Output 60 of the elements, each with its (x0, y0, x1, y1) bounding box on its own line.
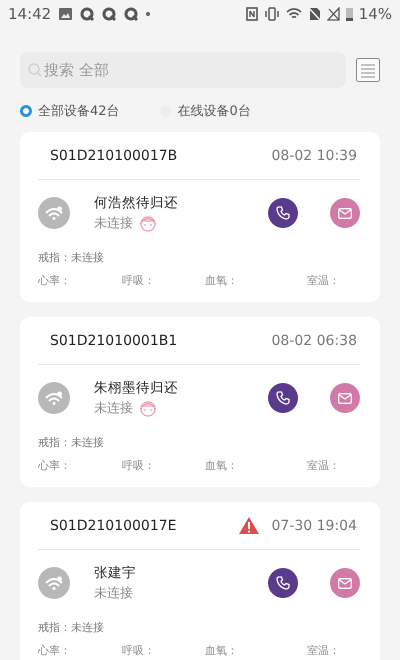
wifi-off-icon (38, 382, 70, 414)
ring-status: 戒指：未连接 (38, 620, 105, 635)
filter-radio[interactable]: 在线设备0台 (160, 102, 251, 120)
mail-icon (338, 578, 352, 588)
vital-label: 心率： (38, 273, 72, 288)
timestamp: 08-02 10:39 (272, 148, 358, 164)
vibrate-icon (264, 7, 280, 21)
nfc-icon (246, 7, 258, 21)
vital-label: 室温： (307, 273, 341, 288)
vital-label: 室温： (307, 458, 341, 473)
vital-label: 血氧： (205, 643, 239, 658)
connection-status: 未连接 (94, 585, 133, 602)
call-button[interactable] (268, 568, 298, 598)
vital-label: 呼吸： (122, 458, 156, 473)
notification-icon (102, 7, 116, 21)
wifi-icon (286, 7, 302, 21)
call-button[interactable] (268, 383, 298, 413)
wifi-off-icon (38, 197, 70, 229)
ring-status: 戒指：未连接 (38, 435, 105, 450)
timestamp: 07-30 19:04 (272, 518, 358, 534)
dot-icon (146, 12, 150, 16)
signal-icon (326, 7, 340, 21)
clock: 14:42 (8, 5, 52, 23)
mail-icon (338, 208, 352, 218)
call-button[interactable] (268, 198, 298, 228)
search-icon (28, 63, 42, 77)
phone-icon (276, 576, 290, 590)
user-name: 张建宇 (94, 564, 136, 582)
filter-radio[interactable]: 全部设备42台 (20, 102, 120, 120)
user-name: 何浩然待归还 (94, 194, 178, 212)
message-button[interactable] (330, 198, 360, 228)
device-id: S01D210100017E (50, 518, 176, 534)
battery-icon (346, 7, 353, 21)
vital-label: 呼吸： (122, 643, 156, 658)
vital-label: 心率： (38, 643, 72, 658)
no-sim-icon (308, 7, 321, 21)
timestamp: 08-02 06:38 (272, 332, 358, 348)
message-button[interactable] (330, 383, 360, 413)
user-name: 朱栩墨待归还 (94, 379, 178, 397)
notification-icon (124, 7, 138, 21)
device-id: S01D210100017B (50, 148, 178, 164)
vital-label: 呼吸： (122, 273, 156, 288)
list-icon[interactable] (356, 58, 380, 82)
search-field[interactable]: 搜索 全部 (20, 52, 346, 88)
wifi-off-icon (38, 567, 70, 599)
connection-status: 未连接 (94, 400, 133, 417)
phone-icon (276, 391, 290, 405)
battery-level: 14% (358, 5, 392, 23)
device-id: S01D21010001B1 (50, 332, 178, 348)
vital-label: 血氧： (205, 273, 239, 288)
image-icon (59, 8, 72, 20)
vital-label: 血氧： (205, 458, 239, 473)
connection-status: 未连接 (94, 215, 133, 232)
message-button[interactable] (330, 568, 360, 598)
ring-status: 戒指：未连接 (38, 250, 105, 265)
notification-icon (80, 7, 94, 21)
vital-label: 室温： (307, 643, 341, 658)
phone-icon (276, 206, 290, 220)
mail-icon (338, 392, 352, 404)
vital-label: 心率： (38, 458, 72, 473)
